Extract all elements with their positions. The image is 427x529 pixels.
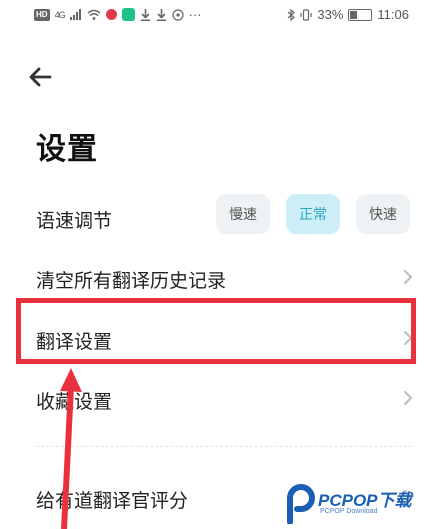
signal-icon xyxy=(69,9,81,20)
vibrate-icon xyxy=(300,8,312,21)
clear-history-label: 清空所有翻译历史记录 xyxy=(36,270,227,292)
highlight-box xyxy=(16,298,416,364)
section-divider xyxy=(36,446,412,447)
app-notification-icon xyxy=(105,9,117,20)
chevron-right-icon xyxy=(404,270,413,284)
battery-fill xyxy=(350,10,358,19)
status-bar: HD 4G ··· 33% 11:06 xyxy=(0,0,427,30)
wifi-icon xyxy=(87,9,101,20)
status-left: HD 4G ··· xyxy=(34,7,202,22)
speech-speed-label: 语速调节 xyxy=(36,210,113,232)
speed-slow-button[interactable]: 慢速 xyxy=(216,194,270,234)
app-shield-icon xyxy=(121,8,135,21)
signal-label: 4G xyxy=(54,9,66,20)
battery-percent: 33% xyxy=(317,7,344,22)
watermark-logo: PCPOP下载 PCPOP Download xyxy=(286,482,427,529)
clock: 11:06 xyxy=(377,7,409,22)
page-title: 设置 xyxy=(36,132,98,167)
status-right: 33% 11:06 xyxy=(287,7,409,22)
download-icon-2 xyxy=(156,8,166,21)
battery-icon xyxy=(348,8,373,21)
pcpop-logo-icon xyxy=(287,484,315,524)
watermark-sub: PCPOP Download xyxy=(320,508,378,515)
bluetooth-icon xyxy=(287,8,296,21)
target-icon xyxy=(171,8,184,21)
speed-fast-button[interactable]: 快速 xyxy=(356,194,410,234)
chevron-right-icon xyxy=(404,391,413,405)
more-notifications-label: ··· xyxy=(188,7,202,22)
hd-badge: HD xyxy=(34,8,50,21)
download-icon xyxy=(140,8,150,21)
speed-options: 慢速 正常 快速 xyxy=(216,194,410,234)
pointer-arrow-icon xyxy=(60,368,82,529)
speed-normal-button[interactable]: 正常 xyxy=(286,194,340,234)
arrow-left-icon[interactable] xyxy=(28,64,54,90)
